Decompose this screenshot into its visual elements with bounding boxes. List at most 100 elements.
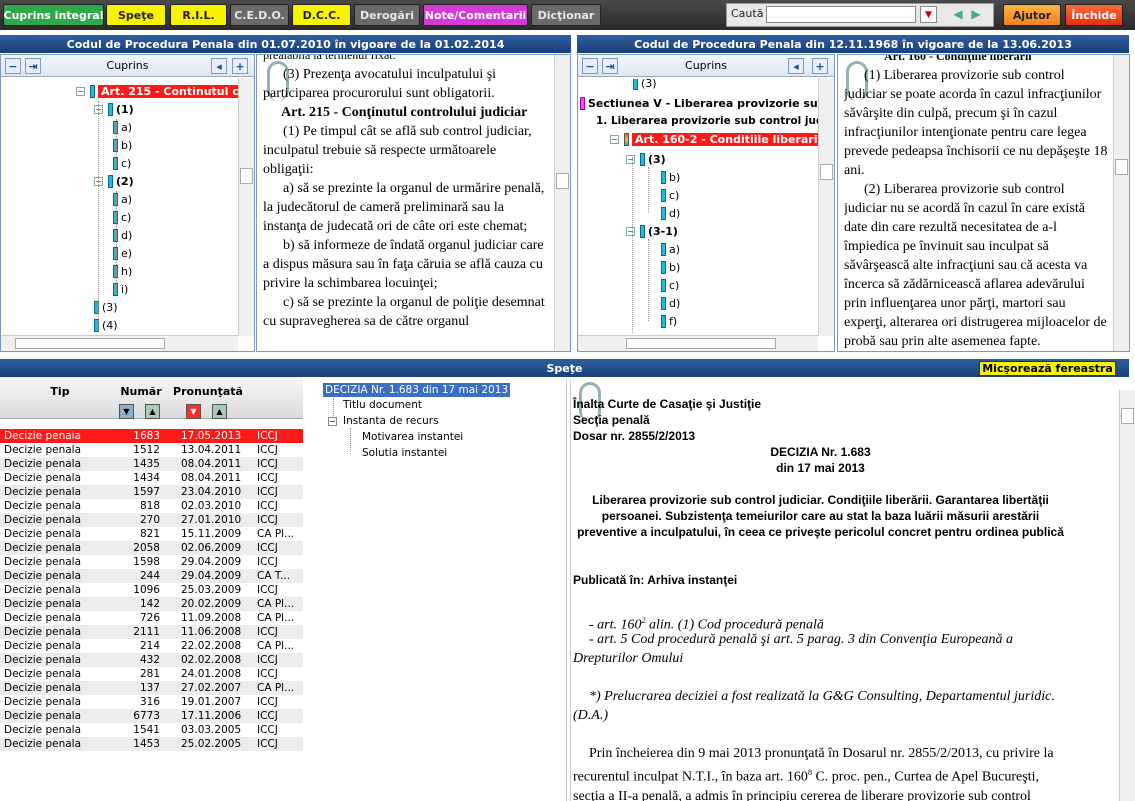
- tree-node[interactable]: b): [661, 169, 680, 185]
- column-header-pronuntata[interactable]: Pronunţată: [168, 377, 248, 419]
- table-row[interactable]: Decizie penala 2058 02.06.2009 ICCJ: [0, 541, 303, 555]
- right-tree-vscroll[interactable]: [818, 78, 834, 336]
- expand-button[interactable]: +: [232, 58, 248, 74]
- tree-node[interactable]: (3): [633, 79, 657, 91]
- table-cell: 25.02.2005: [181, 738, 242, 750]
- sort-desc-button[interactable]: ▼: [119, 404, 134, 419]
- right-document-vscroll[interactable]: [1113, 55, 1129, 351]
- table-row[interactable]: Decizie penala 432 02.02.2008 ICCJ: [0, 653, 303, 667]
- zoom-out-button[interactable]: ◂: [788, 58, 804, 74]
- collapse-toggle[interactable]: −: [328, 417, 337, 426]
- table-cell: Decizie penala: [4, 444, 82, 456]
- sort-asc-button[interactable]: ▲: [212, 404, 227, 419]
- tree-node[interactable]: − (2): [94, 173, 134, 189]
- toolbar-button-8[interactable]: Dicţionar: [531, 4, 601, 26]
- table-cell: 02.06.2009: [181, 542, 242, 554]
- decision-vscroll[interactable]: [1119, 390, 1135, 801]
- scroll-thumb[interactable]: [1121, 408, 1134, 424]
- table-row[interactable]: Decizie penala 1541 03.03.2005 ICCJ: [0, 723, 303, 737]
- collapse-toggle[interactable]: −: [76, 86, 85, 96]
- outline-item-solutia[interactable]: Solutia instantei: [362, 447, 447, 459]
- table-row[interactable]: Decizie penala 726 11.09.2008 CA Pl...: [0, 611, 303, 625]
- table-row[interactable]: Decizie penala 2111 11.06.2008 ICCJ: [0, 625, 303, 639]
- tree-node[interactable]: b): [661, 259, 680, 275]
- table-cell: Decizie penala: [4, 682, 82, 694]
- left-tree-hscroll[interactable]: [1, 335, 238, 351]
- toolbar-button-7[interactable]: Note/Comentarii: [423, 4, 528, 26]
- table-row[interactable]: Decizie penala 1597 23.04.2010 ICCJ: [0, 485, 303, 499]
- sort-desc-button[interactable]: ▼: [186, 404, 201, 419]
- close-button[interactable]: Închide: [1065, 4, 1123, 26]
- toolbar-button-2[interactable]: Speţe: [106, 4, 166, 26]
- collapse-button[interactable]: −: [5, 58, 21, 74]
- table-row[interactable]: Decizie penala 6773 17.11.2006 ICCJ: [0, 709, 303, 723]
- collapse-button[interactable]: −: [582, 58, 598, 74]
- table-row[interactable]: Decizie penala 821 15.11.2009 CA Pl...: [0, 527, 303, 541]
- table-row[interactable]: Decizie penala 137 27.02.2007 CA Pl...: [0, 681, 303, 695]
- tree-node-label: 1. Liberarea provizorie sub control judi…: [596, 115, 818, 127]
- tree-node[interactable]: c): [661, 187, 679, 203]
- table-row[interactable]: Decizie penala 142 20.02.2009 CA Pl...: [0, 597, 303, 611]
- toolbar-button-4[interactable]: C.E.D.O.: [230, 4, 289, 26]
- zoom-out-icon: ◂: [216, 59, 222, 73]
- tree-node[interactable]: f): [661, 313, 677, 329]
- right-tree-hscroll[interactable]: [578, 335, 818, 351]
- toolbar-button-5[interactable]: D.C.C.: [292, 4, 351, 26]
- help-button[interactable]: Ajutor: [1003, 4, 1061, 26]
- collapse-toggle[interactable]: −: [626, 226, 635, 236]
- scroll-thumb[interactable]: [240, 168, 253, 184]
- previous-result-button[interactable]: ◀: [950, 6, 966, 22]
- table-cell: Decizie penala: [4, 710, 82, 722]
- tree-node[interactable]: − (1): [94, 101, 134, 117]
- table-row[interactable]: Decizie penala 316 19.01.2007 ICCJ: [0, 695, 303, 709]
- column-header-tip[interactable]: Tip: [40, 377, 80, 419]
- outline-item-motivarea[interactable]: Motivarea instantei: [362, 431, 463, 443]
- table-row[interactable]: Decizie penala 244 29.04.2009 CA T...: [0, 569, 303, 583]
- tree-node[interactable]: − Art. 160-2 - Conditiile liberarii: [610, 131, 818, 147]
- table-row[interactable]: Decizie penala 270 27.01.2010 ICCJ: [0, 513, 303, 527]
- collapse-toggle[interactable]: −: [610, 134, 619, 144]
- left-document-vscroll[interactable]: [554, 55, 570, 351]
- outline-root[interactable]: DECIZIA Nr. 1.683 din 17 mai 2013: [323, 383, 511, 397]
- toolbar-button-3[interactable]: R.I.L.: [170, 4, 227, 26]
- expand-button[interactable]: +: [812, 58, 828, 74]
- sync-button[interactable]: ⇥: [25, 58, 41, 74]
- tree-node[interactable]: − (3-1): [626, 223, 678, 239]
- table-row[interactable]: Decizie penala 1453 25.02.2005 ICCJ: [0, 737, 303, 751]
- table-cell: 281: [139, 668, 160, 680]
- table-row[interactable]: Decizie penala 1598 29.04.2009 ICCJ: [0, 555, 303, 569]
- minimize-window-button[interactable]: Micşorează fereastra: [979, 361, 1116, 376]
- outline-item-titlu[interactable]: Titlu document: [343, 399, 422, 411]
- toolbar-button-6[interactable]: Derogări: [354, 4, 420, 26]
- scroll-thumb[interactable]: [820, 164, 833, 180]
- tree-node[interactable]: a): [661, 241, 680, 257]
- zoom-out-button[interactable]: ◂: [211, 58, 227, 74]
- scroll-thumb[interactable]: [556, 173, 569, 189]
- search-input[interactable]: [766, 6, 916, 23]
- outline-item-instanta[interactable]: Instanta de recurs: [343, 415, 439, 427]
- table-row[interactable]: Decizie penala 818 02.03.2010 ICCJ: [0, 499, 303, 513]
- tree-node[interactable]: − Art. 215 - Continutul con: [76, 83, 238, 99]
- tree-node[interactable]: Sectiunea V - Liberarea provizorie sub c: [580, 95, 818, 111]
- table-row[interactable]: Decizie penala 214 22.02.2008 CA Pl...: [0, 639, 303, 653]
- scroll-thumb[interactable]: [15, 338, 165, 349]
- table-row[interactable]: Decizie penala 1434 08.04.2011 ICCJ: [0, 471, 303, 485]
- scroll-thumb[interactable]: [626, 338, 776, 349]
- left-tree-vscroll[interactable]: [238, 78, 254, 336]
- table-row[interactable]: Decizie penala 281 24.01.2008 ICCJ: [0, 667, 303, 681]
- tree-node[interactable]: 1. Liberarea provizorie sub control judi…: [596, 113, 818, 129]
- next-result-button[interactable]: ▶: [968, 6, 984, 22]
- table-row[interactable]: Decizie penala 1096 25.03.2009 ICCJ: [0, 583, 303, 597]
- tree-node[interactable]: d): [661, 295, 680, 311]
- tree-node[interactable]: d): [661, 205, 680, 221]
- sync-button[interactable]: ⇥: [602, 58, 618, 74]
- table-row[interactable]: Decizie penala 1683 17.05.2013 ICCJ: [0, 429, 303, 443]
- table-row[interactable]: Decizie penala 1512 13.04.2011 ICCJ: [0, 443, 303, 457]
- sort-asc-button[interactable]: ▲: [145, 404, 160, 419]
- toolbar-button-1[interactable]: Cuprins integral: [3, 4, 104, 26]
- tree-node[interactable]: c): [661, 277, 679, 293]
- search-dropdown-button[interactable]: ▼: [920, 6, 937, 23]
- table-row[interactable]: Decizie penala 1435 08.04.2011 ICCJ: [0, 457, 303, 471]
- collapse-toggle[interactable]: −: [626, 154, 635, 164]
- scroll-thumb[interactable]: [1115, 159, 1128, 175]
